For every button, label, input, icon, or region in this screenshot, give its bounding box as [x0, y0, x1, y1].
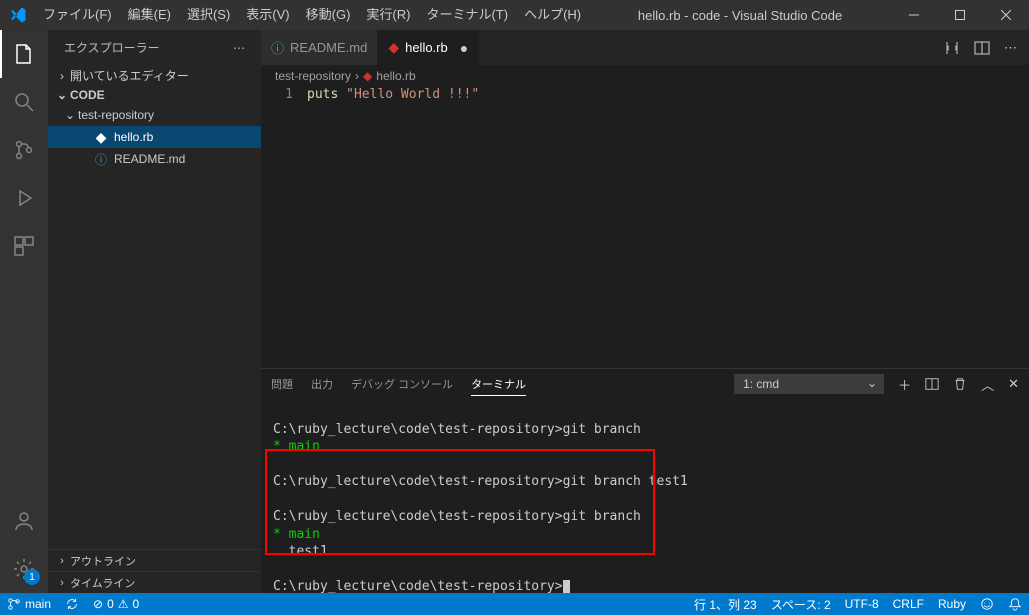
- maximize-button[interactable]: [937, 0, 983, 30]
- folder-item[interactable]: ⌄ test-repository: [48, 104, 261, 126]
- timeline-label: タイムライン: [70, 575, 135, 591]
- editor-tabs: ⓘ README.md ◆ hello.rb ● ⋯: [261, 30, 1029, 65]
- activity-settings[interactable]: 1: [0, 545, 48, 593]
- menu-view[interactable]: 表示(V): [238, 0, 297, 30]
- sidebar-more-icon[interactable]: ⋯: [233, 41, 245, 55]
- close-button[interactable]: [983, 0, 1029, 30]
- editor-area: ⓘ README.md ◆ hello.rb ● ⋯ test-reposito…: [261, 30, 1029, 593]
- sidebar-title: エクスプローラー: [64, 39, 160, 56]
- info-icon: ⓘ: [271, 38, 284, 57]
- status-cursor[interactable]: 行 1、列 23: [687, 593, 764, 615]
- maximize-panel-icon[interactable]: ︿: [981, 375, 994, 394]
- code-editor[interactable]: 1 puts "Hello World !!!": [261, 87, 1029, 368]
- status-encoding[interactable]: UTF-8: [838, 593, 886, 615]
- window-title: hello.rb - code - Visual Studio Code: [589, 8, 891, 23]
- activity-explorer[interactable]: [0, 30, 48, 78]
- minimize-button[interactable]: [891, 0, 937, 30]
- menu-help[interactable]: ヘルプ(H): [516, 0, 589, 30]
- chevron-right-icon: ›: [355, 69, 359, 83]
- activity-search[interactable]: [0, 78, 48, 126]
- activity-accounts[interactable]: [0, 497, 48, 545]
- compare-icon[interactable]: [944, 40, 960, 56]
- code-token: puts: [307, 87, 338, 102]
- tab-label: README.md: [290, 40, 367, 55]
- status-eol[interactable]: CRLF: [886, 593, 931, 615]
- chevron-right-icon: ›: [54, 555, 70, 567]
- close-panel-icon[interactable]: ✕: [1008, 376, 1019, 392]
- line-number: 1: [261, 87, 307, 105]
- breadcrumb-file[interactable]: hello.rb: [376, 69, 415, 83]
- status-branch[interactable]: main: [0, 593, 58, 615]
- ruby-icon: ◆: [363, 69, 372, 83]
- status-problems[interactable]: ⊘0 ⚠0: [86, 593, 146, 615]
- panel-tab-problems[interactable]: 問題: [271, 373, 293, 395]
- terminal-select[interactable]: 1: cmd: [734, 374, 884, 394]
- tab-label: hello.rb: [405, 40, 448, 55]
- status-feedback-icon[interactable]: [973, 593, 1001, 615]
- info-icon: ⓘ: [92, 151, 110, 168]
- menu-terminal[interactable]: ターミナル(T): [418, 0, 516, 30]
- tab-hello[interactable]: ◆ hello.rb ●: [378, 30, 479, 65]
- folder-label: test-repository: [78, 108, 154, 122]
- panel-tab-terminal[interactable]: ターミナル: [471, 373, 526, 396]
- kill-terminal-icon[interactable]: [953, 377, 967, 391]
- menu-go[interactable]: 移動(G): [298, 0, 359, 30]
- panel: 問題 出力 デバッグ コンソール ターミナル 1: cmd ＋ ︿ ✕ C:\r…: [261, 368, 1029, 593]
- activity-scm[interactable]: [0, 126, 48, 174]
- breadcrumbs[interactable]: test-repository › ◆ hello.rb: [261, 65, 1029, 87]
- activity-debug[interactable]: [0, 174, 48, 222]
- chevron-down-icon: ⌄: [62, 108, 78, 122]
- ruby-icon: ◆: [92, 129, 110, 146]
- chevron-right-icon: ›: [54, 69, 70, 83]
- activity-extensions[interactable]: [0, 222, 48, 270]
- new-terminal-icon[interactable]: ＋: [898, 375, 911, 394]
- timeline-section[interactable]: › タイムライン: [48, 571, 261, 593]
- menu-edit[interactable]: 編集(E): [120, 0, 179, 30]
- menu-bar: ファイル(F) 編集(E) 選択(S) 表示(V) 移動(G) 実行(R) ター…: [35, 0, 589, 30]
- menu-selection[interactable]: 選択(S): [179, 0, 238, 30]
- menu-file[interactable]: ファイル(F): [35, 0, 120, 30]
- status-bell-icon[interactable]: [1001, 593, 1029, 615]
- outline-section[interactable]: › アウトライン: [48, 549, 261, 571]
- activity-bar: 1: [0, 30, 48, 593]
- terminal-line: C:\ruby_lecture\code\test-repository>: [273, 579, 570, 593]
- vscode-icon: [0, 6, 35, 24]
- status-bar: main ⊘0 ⚠0 行 1、列 23 スペース: 2 UTF-8 CRLF R…: [0, 593, 1029, 615]
- panel-tab-output[interactable]: 出力: [311, 373, 333, 395]
- terminal-line: C:\ruby_lecture\code\test-repository>git…: [273, 422, 641, 437]
- panel-tab-debug[interactable]: デバッグ コンソール: [351, 373, 453, 395]
- tab-dirty-icon[interactable]: ●: [460, 40, 468, 56]
- status-sync[interactable]: [58, 593, 86, 615]
- cursor: [563, 580, 570, 593]
- outline-label: アウトライン: [70, 553, 136, 569]
- annotation-box: [265, 449, 655, 555]
- tab-readme[interactable]: ⓘ README.md: [261, 30, 378, 65]
- terminal[interactable]: C:\ruby_lecture\code\test-repository>git…: [261, 399, 1029, 593]
- breadcrumb-folder[interactable]: test-repository: [275, 69, 351, 83]
- status-language[interactable]: Ruby: [931, 593, 973, 615]
- chevron-right-icon: ›: [54, 577, 70, 589]
- open-editors-section[interactable]: › 開いているエディター: [48, 65, 261, 86]
- workspace-label: CODE: [70, 88, 105, 102]
- ruby-icon: ◆: [388, 39, 399, 56]
- file-label: hello.rb: [114, 130, 153, 144]
- code-string: "Hello World !!!": [346, 87, 479, 102]
- settings-badge: 1: [24, 569, 40, 585]
- status-indent[interactable]: スペース: 2: [764, 593, 838, 615]
- workspace-section[interactable]: ⌄ CODE: [48, 86, 261, 104]
- split-editor-icon[interactable]: [974, 40, 990, 56]
- open-editors-label: 開いているエディター: [70, 67, 189, 84]
- title-bar: ファイル(F) 編集(E) 選択(S) 表示(V) 移動(G) 実行(R) ター…: [0, 0, 1029, 30]
- file-label: README.md: [114, 152, 185, 166]
- chevron-down-icon: ⌄: [54, 88, 70, 102]
- file-item-hello[interactable]: ◆ hello.rb: [48, 126, 261, 148]
- more-icon[interactable]: ⋯: [1004, 40, 1017, 56]
- menu-run[interactable]: 実行(R): [358, 0, 418, 30]
- split-terminal-icon[interactable]: [925, 377, 939, 391]
- explorer-sidebar: エクスプローラー ⋯ › 開いているエディター ⌄ CODE ⌄ test-re…: [48, 30, 261, 593]
- file-item-readme[interactable]: ⓘ README.md: [48, 148, 261, 170]
